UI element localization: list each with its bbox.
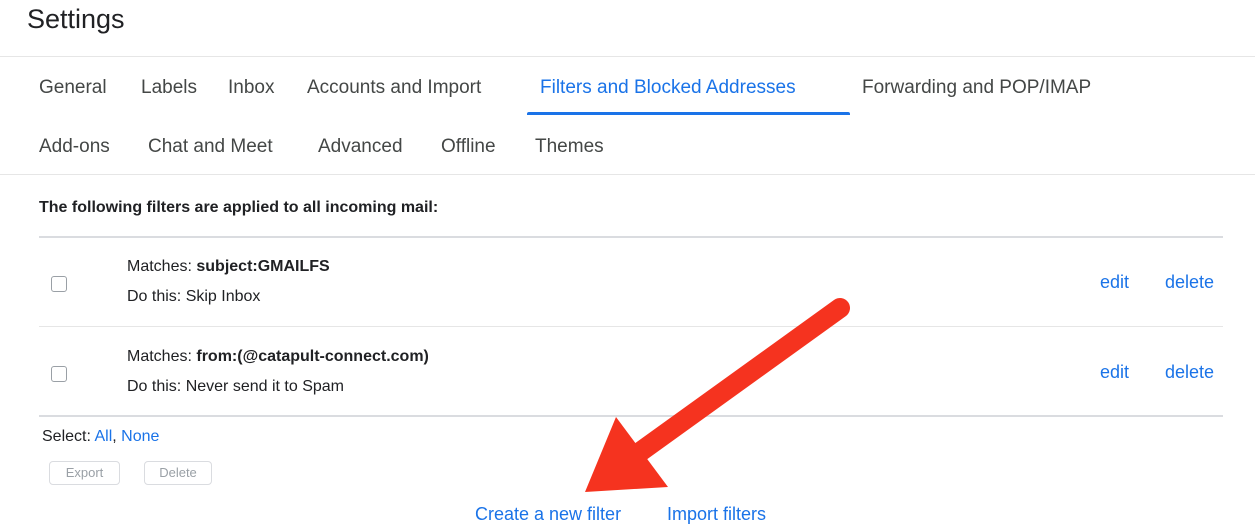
select-label: Select:	[42, 428, 91, 445]
tab-accounts-and-import[interactable]: Accounts and Import	[307, 77, 481, 99]
filter-checkbox[interactable]	[51, 366, 67, 382]
edit-filter-link[interactable]: edit	[1100, 272, 1129, 293]
tab-add-ons[interactable]: Add-ons	[39, 136, 110, 158]
import-filters-link[interactable]: Import filters	[667, 504, 766, 525]
page-title: Settings	[27, 4, 125, 34]
annotation-arrow-shaft	[630, 298, 850, 462]
matches-value: subject:GMAILFS	[196, 258, 330, 275]
matches-value: from:(@catapult-connect.com)	[196, 348, 429, 365]
select-separator: ,	[112, 428, 117, 445]
filter-row-divider	[39, 326, 127, 327]
filter-criteria: Matches: subject:GMAILFS	[127, 258, 330, 276]
active-tab-indicator	[527, 112, 850, 115]
matches-label: Matches:	[127, 258, 192, 275]
tab-inbox[interactable]: Inbox	[228, 77, 274, 99]
delete-selected-button[interactable]: Delete	[144, 461, 212, 485]
tab-filters-and-blocked-addresses[interactable]: Filters and Blocked Addresses	[540, 77, 796, 99]
tab-forwarding-and-pop-imap[interactable]: Forwarding and POP/IMAP	[862, 77, 1091, 99]
tab-chat-and-meet[interactable]: Chat and Meet	[148, 136, 273, 158]
select-none-link[interactable]: None	[121, 428, 159, 445]
export-button[interactable]: Export	[49, 461, 120, 485]
tab-themes[interactable]: Themes	[535, 136, 604, 158]
filters-top-divider	[39, 236, 1223, 238]
create-new-filter-link[interactable]: Create a new filter	[475, 504, 621, 525]
tab-advanced[interactable]: Advanced	[318, 136, 403, 158]
select-all-link[interactable]: All	[94, 428, 112, 445]
matches-label: Matches:	[127, 348, 192, 365]
delete-filter-link[interactable]: delete	[1165, 362, 1214, 383]
filter-row-divider	[127, 326, 1223, 327]
tab-labels[interactable]: Labels	[141, 77, 197, 99]
tab-offline[interactable]: Offline	[441, 136, 496, 158]
edit-filter-link[interactable]: edit	[1100, 362, 1129, 383]
tab-general[interactable]: General	[39, 77, 107, 99]
title-divider	[0, 56, 1255, 57]
filter-checkbox[interactable]	[51, 276, 67, 292]
filter-action: Do this: Skip Inbox	[127, 288, 261, 305]
filters-heading: The following filters are applied to all…	[39, 199, 439, 216]
delete-filter-link[interactable]: delete	[1165, 272, 1214, 293]
filter-criteria: Matches: from:(@catapult-connect.com)	[127, 348, 429, 366]
tabs-divider	[0, 174, 1255, 175]
filters-bottom-divider	[39, 415, 1223, 417]
annotation-arrowhead	[585, 417, 668, 492]
select-controls: Select: All, None	[42, 428, 159, 446]
filter-action: Do this: Never send it to Spam	[127, 378, 344, 395]
